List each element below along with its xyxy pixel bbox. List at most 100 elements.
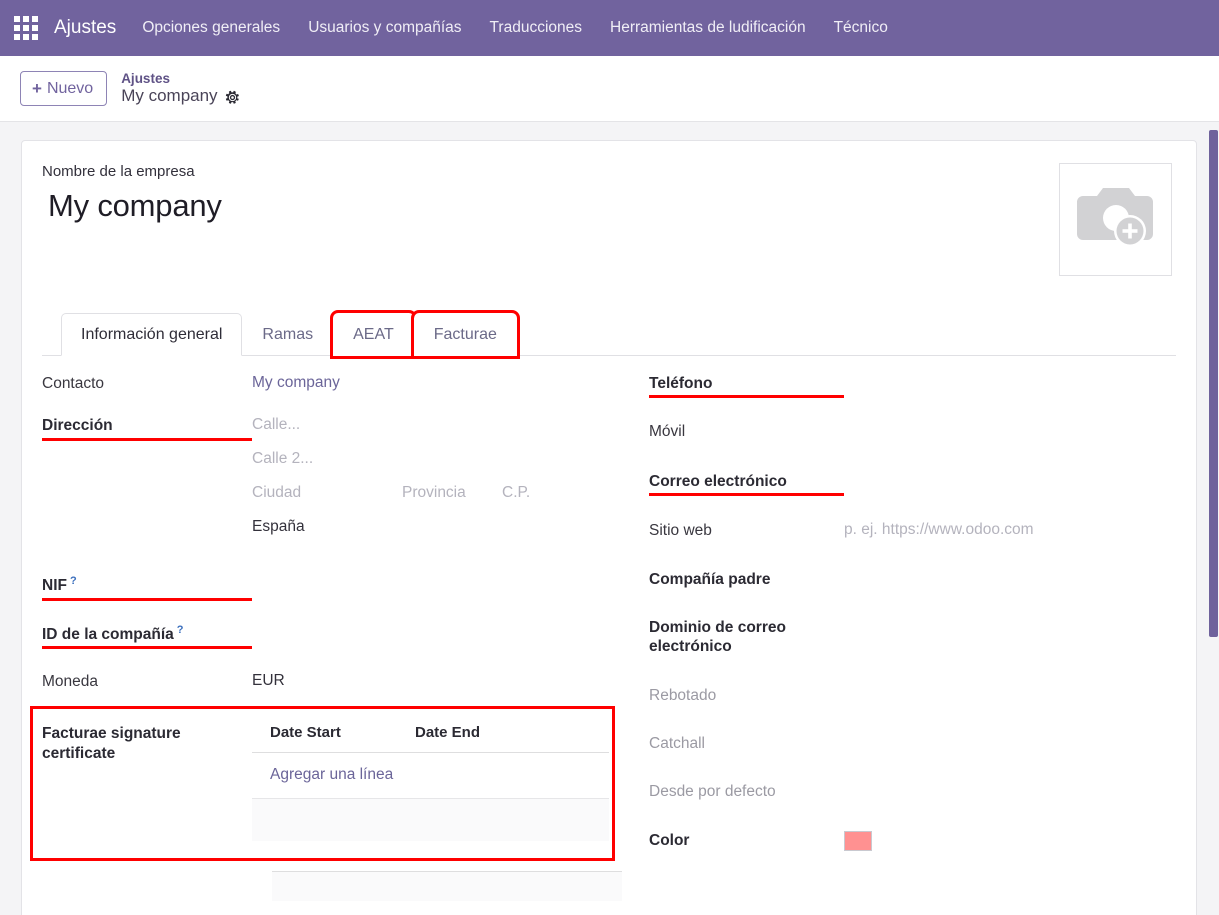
tab-facturae[interactable]: Facturae (410, 310, 520, 359)
field-catchall: Catchall (649, 732, 1176, 753)
control-panel: + Nuevo Ajustes My company (0, 56, 1219, 122)
field-desde-por-defecto-value (844, 780, 1176, 782)
form-title-row: Nombre de la empresa My company (42, 163, 1176, 276)
field-moneda: Moneda EUR (42, 670, 609, 691)
nav-item-usuarios-y-companias[interactable]: Usuarios y compañías (294, 19, 475, 37)
breadcrumb-current: My company (121, 86, 218, 106)
field-contacto-label: Contacto (42, 375, 105, 392)
field-movil: Móvil (649, 420, 1176, 441)
field-rebotado: Rebotado (649, 684, 1176, 705)
field-nif-value[interactable] (252, 573, 609, 575)
tab-ramas[interactable]: Ramas (242, 313, 333, 356)
certificate-table-header: Date Start Date End (252, 714, 609, 753)
field-telefono: Teléfono (649, 372, 1176, 399)
address-zip-input[interactable]: C.P. (502, 484, 530, 502)
breadcrumb-current-wrap: My company (121, 86, 239, 106)
field-catchall-value (844, 732, 1176, 734)
company-id-help-icon[interactable]: ? (177, 624, 184, 636)
field-contacto: Contacto My company (42, 372, 609, 393)
new-button[interactable]: + Nuevo (20, 71, 108, 106)
field-sitio-web-input[interactable]: p. ej. https://www.odoo.com (844, 519, 1176, 539)
breadcrumb-parent[interactable]: Ajustes (121, 71, 239, 87)
vertical-scrollbar-track[interactable] (1208, 122, 1219, 915)
address-city-row: Ciudad Provincia C.P. (252, 484, 609, 502)
address-city-input[interactable]: Ciudad (252, 484, 402, 502)
field-movil-value[interactable] (844, 420, 1176, 422)
field-color-value (844, 829, 1176, 856)
field-company-id-value[interactable] (252, 622, 609, 624)
field-color: Color (649, 829, 1176, 856)
field-catchall-label: Catchall (649, 735, 705, 752)
field-correo-electronico: Correo electrónico (649, 470, 1176, 497)
top-navbar: Ajustes Opciones generales Usuarios y co… (0, 0, 1219, 56)
address-street2-input[interactable]: Calle 2... (252, 450, 609, 468)
certificate-table-filler (252, 798, 609, 841)
nav-item-opciones-generales[interactable]: Opciones generales (142, 19, 294, 37)
field-nif: NIF? (42, 573, 609, 601)
field-dominio-correo-label: Dominio de correo electrónico (649, 618, 786, 656)
column-date-end: Date End (415, 723, 481, 741)
form-body: Contacto My company Dirección Calle... C… (30, 356, 1176, 901)
field-movil-label: Móvil (649, 423, 686, 441)
field-telefono-label: Teléfono (649, 372, 844, 399)
field-sitio-web: Sitio web p. ej. https://www.odoo.com (649, 519, 1176, 540)
address-country-input[interactable]: España (252, 518, 609, 536)
nav-item-traducciones[interactable]: Traducciones (476, 19, 596, 37)
field-desde-por-defecto: Desde por defecto (649, 780, 1176, 801)
field-direccion: Dirección Calle... Calle 2... Ciudad Pro… (42, 414, 609, 552)
field-compania-padre-label: Compañía padre (649, 570, 771, 588)
nav-item-tecnico[interactable]: Técnico (820, 19, 902, 37)
field-moneda-label: Moneda (42, 673, 99, 691)
field-desde-por-defecto-label: Desde por defecto (649, 783, 776, 801)
camera-add-icon (1076, 184, 1155, 255)
field-rebotado-label: Rebotado (649, 686, 717, 704)
company-logo-upload[interactable] (1059, 163, 1172, 276)
field-sitio-web-label: Sitio web (649, 522, 712, 540)
company-name-value[interactable]: My company (42, 188, 222, 224)
field-direccion-label: Dirección (42, 414, 252, 442)
apps-grid-icon[interactable] (14, 16, 38, 40)
form-left-column: Contacto My company Dirección Calle... C… (30, 372, 622, 901)
form-tabs: Información general Ramas AEAT Facturae (42, 310, 1176, 359)
vertical-scrollbar-thumb[interactable] (1209, 130, 1218, 637)
field-nif-label: NIF? (42, 573, 252, 601)
field-moneda-value[interactable]: EUR (252, 670, 609, 690)
column-date-start: Date Start (270, 723, 341, 741)
address-street-input[interactable]: Calle... (252, 416, 609, 434)
company-name-block: Nombre de la empresa My company (42, 163, 222, 224)
field-compania-padre-value[interactable] (844, 568, 1176, 570)
field-color-label: Color (649, 831, 690, 849)
company-form-sheet: Nombre de la empresa My company Informac… (21, 140, 1197, 915)
field-facturae-certificate-label: Facturae signature certificate (42, 724, 181, 762)
form-right-column: Teléfono Móvil Correo electrónico Sitio … (609, 372, 1176, 901)
tab-aeat[interactable]: AEAT (330, 310, 417, 359)
plus-icon: + (32, 79, 42, 98)
nif-help-icon[interactable]: ? (70, 575, 77, 587)
navbar-menu: Opciones generales Usuarios y compañías … (142, 19, 902, 37)
address-state-input[interactable]: Provincia (402, 484, 502, 502)
company-name-label: Nombre de la empresa (42, 163, 195, 180)
form-scroll-area: Nombre de la empresa My company Informac… (0, 122, 1219, 915)
field-compania-padre: Compañía padre (649, 568, 1176, 589)
field-dominio-correo: Dominio de correo electrónico (649, 616, 1176, 657)
field-dominio-correo-value[interactable] (809, 616, 1176, 618)
app-brand-ajustes[interactable]: Ajustes (54, 17, 116, 39)
tab-informacion-general[interactable]: Información general (61, 313, 243, 356)
color-swatch[interactable] (844, 830, 872, 851)
field-facturae-certificate: Facturae signature certificate Date Star… (30, 705, 615, 861)
breadcrumb: Ajustes My company (121, 71, 239, 106)
field-correo-electronico-label: Correo electrónico (649, 470, 844, 497)
gear-icon[interactable] (225, 90, 240, 105)
field-rebotado-value (844, 684, 1176, 686)
field-correo-electronico-value[interactable] (844, 470, 1176, 472)
certificate-add-line[interactable]: Agregar una línea (252, 753, 609, 799)
field-company-id: ID de la compañía? (42, 622, 609, 649)
new-button-label: Nuevo (46, 79, 94, 97)
field-company-id-label-text: ID de la compañía (42, 626, 174, 644)
field-company-id-label: ID de la compañía? (42, 622, 252, 649)
secondary-table-partial (272, 870, 622, 901)
field-telefono-value[interactable] (844, 372, 1176, 374)
field-contacto-value[interactable]: My company (252, 372, 609, 392)
certificate-table: Date Start Date End Agregar una línea (252, 714, 609, 841)
nav-item-herramientas-de-ludificacion[interactable]: Herramientas de ludificación (596, 19, 820, 37)
